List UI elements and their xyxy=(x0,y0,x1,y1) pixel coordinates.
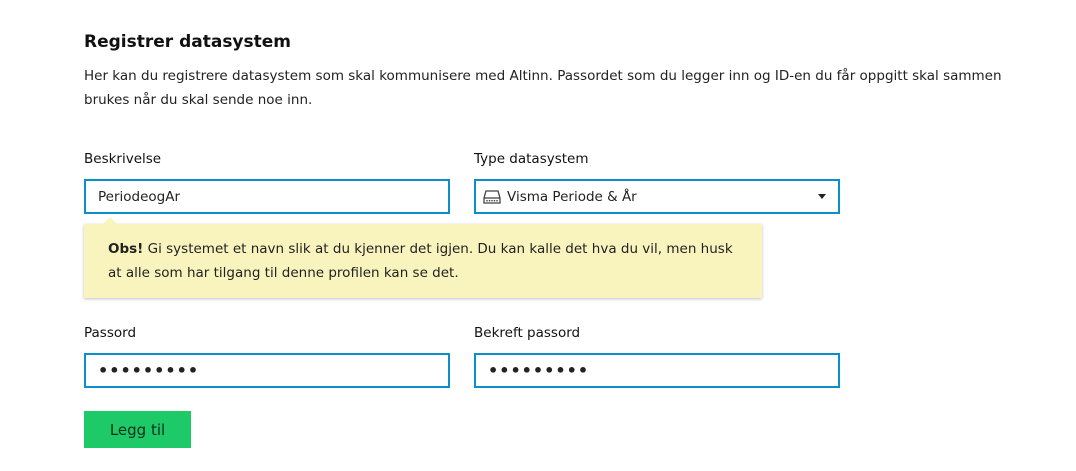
drive-icon xyxy=(483,188,503,206)
description-input[interactable] xyxy=(84,179,450,214)
system-type-select[interactable]: Visma Periode & År xyxy=(474,179,840,214)
help-strong: Obs! xyxy=(108,241,144,257)
password-input[interactable]: ••••••••• xyxy=(84,353,450,388)
password-label: Passord xyxy=(84,325,137,341)
system-type-label: Type datasystem xyxy=(474,151,589,167)
intro-text: Her kan du registrere datasystem som ska… xyxy=(84,68,1002,108)
confirm-password-mask: ••••••••• xyxy=(488,361,590,380)
page-title: Registrer datasystem xyxy=(84,32,292,52)
confirm-password-label: Bekreft passord xyxy=(474,325,581,341)
password-mask: ••••••••• xyxy=(98,361,200,380)
chevron-down-icon xyxy=(818,194,826,199)
confirm-password-input[interactable]: ••••••••• xyxy=(474,353,840,388)
help-text: Gi systemet et navn slik at du kjenner d… xyxy=(108,241,733,281)
help-tooltip: Obs! Gi systemet et navn slik at du kjen… xyxy=(84,217,762,298)
add-button[interactable]: Legg til xyxy=(84,411,191,448)
system-type-value: Visma Periode & År xyxy=(507,188,637,205)
description-label: Beskrivelse xyxy=(84,151,162,167)
